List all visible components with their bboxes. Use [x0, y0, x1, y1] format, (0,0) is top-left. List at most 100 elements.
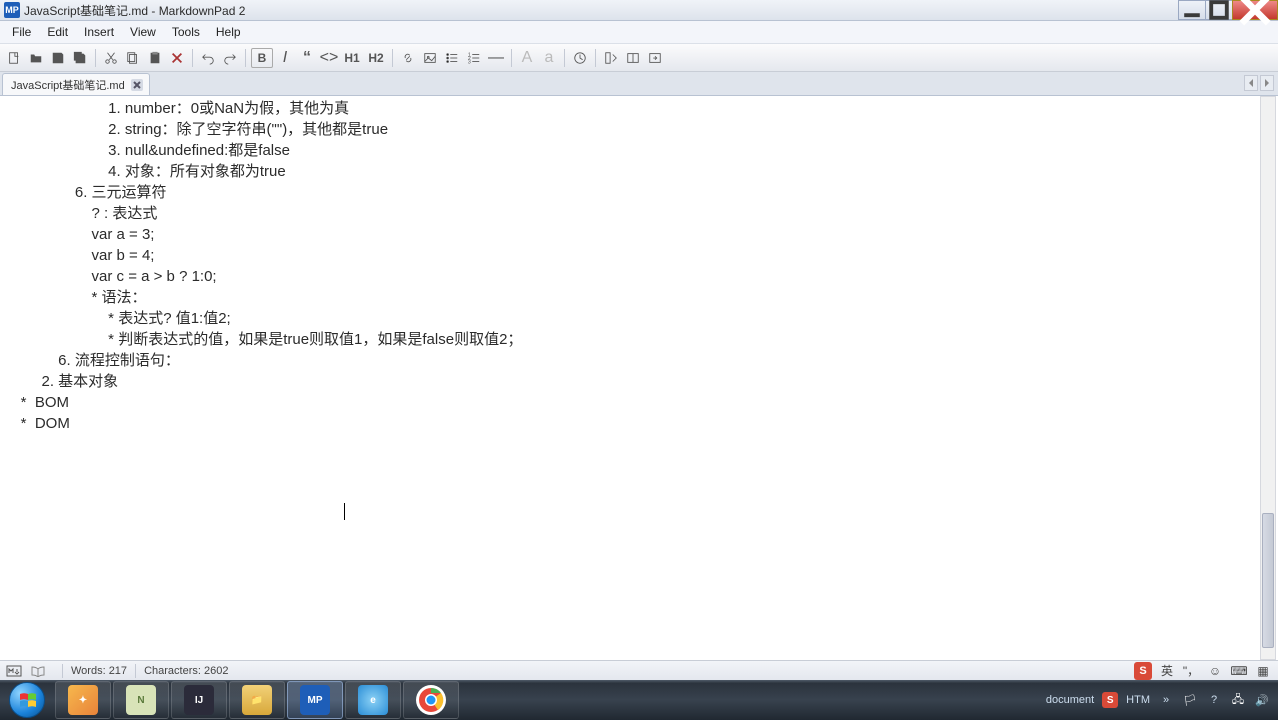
- task-markdownpad[interactable]: MP: [287, 681, 343, 719]
- link-icon[interactable]: [398, 48, 418, 68]
- separator: [511, 49, 512, 67]
- start-button[interactable]: [0, 680, 54, 720]
- quote-icon[interactable]: “: [297, 48, 317, 68]
- save-all-icon[interactable]: [70, 48, 90, 68]
- editor-line: * 表达式? 值1:值2;: [4, 308, 1260, 329]
- lowercase-icon[interactable]: a: [539, 48, 559, 68]
- editor-line: * BOM: [4, 392, 1260, 413]
- separator: [135, 664, 136, 678]
- vertical-scrollbar[interactable]: [1260, 96, 1276, 660]
- minimize-button[interactable]: [1178, 0, 1206, 20]
- ul-icon[interactable]: [442, 48, 462, 68]
- delete-icon[interactable]: [167, 48, 187, 68]
- open-file-icon[interactable]: [26, 48, 46, 68]
- ime-grid-icon[interactable]: ▦: [1254, 662, 1272, 680]
- separator: [62, 664, 63, 678]
- tab-bar: JavaScript基础笔记.md: [0, 72, 1278, 96]
- tab-active[interactable]: JavaScript基础笔记.md: [2, 73, 150, 95]
- tray-document-label: document: [1046, 694, 1094, 706]
- new-file-icon[interactable]: [4, 48, 24, 68]
- menu-view[interactable]: View: [122, 22, 164, 42]
- svg-text:3: 3: [468, 59, 471, 65]
- status-words: Words: 217: [71, 665, 127, 677]
- markdown-icon: [6, 663, 22, 679]
- sogou-icon[interactable]: S: [1134, 662, 1152, 680]
- editor-line: 2. 基本对象: [4, 371, 1260, 392]
- window-controls: [1179, 0, 1278, 20]
- menu-edit[interactable]: Edit: [39, 22, 76, 42]
- tray-chevron-icon[interactable]: »: [1158, 692, 1174, 708]
- editor-line: 6. 三元运算符: [4, 182, 1260, 203]
- windows-orb-icon: [9, 682, 45, 718]
- cut-icon[interactable]: [101, 48, 121, 68]
- h2-button[interactable]: H2: [365, 48, 387, 68]
- ime-emoji-icon[interactable]: ☺: [1206, 662, 1224, 680]
- separator: [595, 49, 596, 67]
- tray-flag-icon[interactable]: 🏳: [1182, 692, 1198, 708]
- separator: [564, 49, 565, 67]
- menu-bar: File Edit Insert View Tools Help: [0, 21, 1278, 44]
- separator: [392, 49, 393, 67]
- editor-line: var c = a > b ? 1:0;: [4, 266, 1260, 287]
- editor-line: var a = 3;: [4, 224, 1260, 245]
- tray-htm-label[interactable]: HTM: [1126, 694, 1150, 706]
- menu-insert[interactable]: Insert: [76, 22, 122, 42]
- ime-lang[interactable]: 英: [1158, 662, 1176, 680]
- tray-volume-icon[interactable]: 🔊: [1254, 692, 1270, 708]
- tab-next-icon[interactable]: [1260, 75, 1274, 91]
- paste-icon[interactable]: [145, 48, 165, 68]
- editor-line: * DOM: [4, 413, 1260, 434]
- menu-file[interactable]: File: [4, 22, 39, 42]
- image-icon[interactable]: [420, 48, 440, 68]
- save-icon[interactable]: [48, 48, 68, 68]
- editor-line: ? : 表达式: [4, 203, 1260, 224]
- close-button[interactable]: [1232, 0, 1278, 20]
- tab-prev-icon[interactable]: [1244, 75, 1258, 91]
- separator: [192, 49, 193, 67]
- editor-line: * 判断表达式的值，如果是true则取值1，如果是false则取值2；: [4, 329, 1260, 350]
- task-explorer[interactable]: 📁: [229, 681, 285, 719]
- task-notepadpp[interactable]: N: [113, 681, 169, 719]
- h1-button[interactable]: H1: [341, 48, 363, 68]
- ime-keyboard-icon[interactable]: ⌨: [1230, 662, 1248, 680]
- scrollbar-thumb[interactable]: [1262, 513, 1274, 648]
- menu-help[interactable]: Help: [208, 22, 249, 42]
- taskbar: ✦ N IJ 📁 MP e document S HTM » 🏳 ? 🖧 🔊: [0, 680, 1278, 720]
- ime-punct-icon[interactable]: "，: [1182, 662, 1200, 680]
- task-ksnapshot[interactable]: ✦: [55, 681, 111, 719]
- tab-close-icon[interactable]: [131, 79, 143, 91]
- title-bar: MP JavaScript基础笔记.md - MarkdownPad 2: [0, 0, 1278, 21]
- editor-area[interactable]: 1. number：0或NaN为假，其他为真 2. string：除了空字符串(…: [4, 96, 1260, 660]
- italic-icon[interactable]: I: [275, 48, 295, 68]
- toggle-preview-icon[interactable]: [623, 48, 643, 68]
- task-intellij[interactable]: IJ: [171, 681, 227, 719]
- code-icon[interactable]: <>: [319, 48, 339, 68]
- task-chrome[interactable]: [403, 681, 459, 719]
- editor-line: 6. 流程控制语句：: [4, 350, 1260, 371]
- editor-line: 4. 对象：所有对象都为true: [4, 161, 1260, 182]
- task-ie[interactable]: e: [345, 681, 401, 719]
- uppercase-icon[interactable]: A: [517, 48, 537, 68]
- tab-label: JavaScript基础笔记.md: [11, 77, 125, 93]
- bold-button[interactable]: B: [251, 48, 273, 68]
- menu-tools[interactable]: Tools: [164, 22, 208, 42]
- editor-line: var b = 4;: [4, 245, 1260, 266]
- status-bar: Words: 217 Characters: 2602 S 英 "， ☺ ⌨ ▦: [0, 660, 1278, 680]
- timestamp-icon[interactable]: [570, 48, 590, 68]
- ol-icon[interactable]: 123: [464, 48, 484, 68]
- tray-sogou-icon[interactable]: S: [1102, 692, 1118, 708]
- toolbar: B I “ <> H1 H2 123 — A a: [0, 44, 1278, 72]
- separator: [95, 49, 96, 67]
- maximize-button[interactable]: [1205, 0, 1233, 20]
- undo-icon[interactable]: [198, 48, 218, 68]
- tab-nav: [1244, 75, 1274, 91]
- editor-line: 2. string：除了空字符串("")，其他都是true: [4, 119, 1260, 140]
- tray-help-icon[interactable]: ?: [1206, 692, 1222, 708]
- copy-icon[interactable]: [123, 48, 143, 68]
- editor-line: * 语法：: [4, 287, 1260, 308]
- external-preview-icon[interactable]: [645, 48, 665, 68]
- tray-network-icon[interactable]: 🖧: [1230, 692, 1246, 708]
- redo-icon[interactable]: [220, 48, 240, 68]
- hr-icon[interactable]: —: [486, 48, 506, 68]
- preview-icon[interactable]: [601, 48, 621, 68]
